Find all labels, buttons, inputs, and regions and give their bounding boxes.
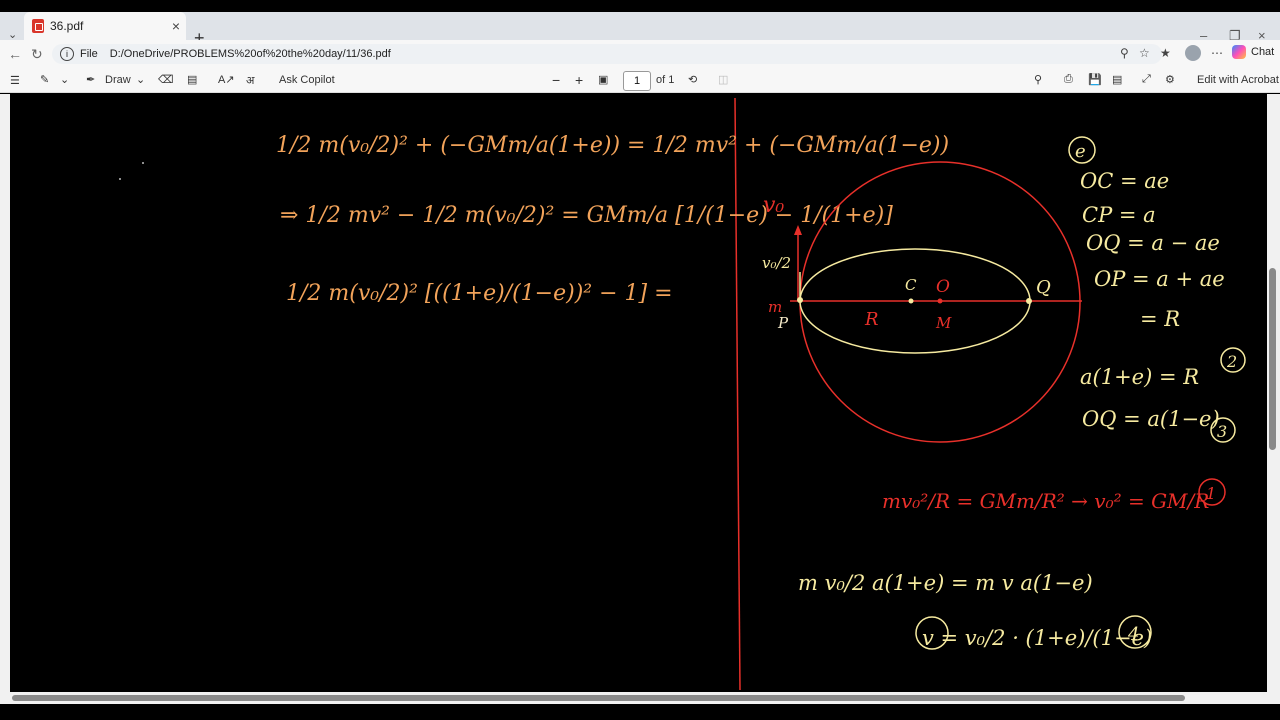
save-icon[interactable]: 💾: [1088, 73, 1102, 86]
back-arrow-icon[interactable]: ←: [8, 46, 22, 62]
address-label: File: [80, 48, 98, 60]
tab-strip: ⌄ 36.pdf × + – ❐ ×: [0, 12, 1280, 48]
search-icon[interactable]: ⚲: [1034, 73, 1042, 86]
eraser-icon[interactable]: ⌫: [158, 73, 174, 86]
draw-button[interactable]: Draw: [105, 74, 131, 86]
print-icon[interactable]: ⎙: [1064, 73, 1073, 86]
chat-label: Chat: [1251, 46, 1275, 58]
pdf-icon: [32, 19, 44, 33]
omnibox[interactable]: i File D:/OneDrive/PROBLEMS%20of%20the%2…: [52, 44, 1162, 64]
more-menu-icon[interactable]: ⋯: [1211, 46, 1223, 60]
page-view-icon[interactable]: ◫: [718, 73, 728, 86]
vertical-scroll-thumb[interactable]: [1269, 268, 1276, 450]
bottom-strip: [0, 704, 1280, 720]
pdf-page-canvas[interactable]: [10, 94, 1267, 692]
draw-icon[interactable]: ✒: [86, 73, 95, 86]
page-number-input[interactable]: 1: [623, 71, 651, 91]
expand-icon[interactable]: ⤢: [1142, 73, 1151, 86]
url-text[interactable]: D:/OneDrive/PROBLEMS%20of%20the%20day/11…: [110, 48, 391, 60]
chevron-down-icon[interactable]: ⌄: [60, 73, 69, 86]
tab-pdf[interactable]: 36.pdf ×: [24, 12, 186, 40]
copilot-chat-button[interactable]: Chat: [1232, 45, 1274, 59]
avatar[interactable]: [1185, 45, 1201, 61]
read-aloud-icon[interactable]: A↗: [218, 73, 235, 86]
save-as-icon[interactable]: ▤: [1112, 73, 1122, 86]
zoom-icon[interactable]: ⚲: [1120, 46, 1129, 60]
tab-title: 36.pdf: [50, 19, 84, 33]
edit-with-acrobat-button[interactable]: Edit with Acrobat: [1197, 74, 1279, 86]
close-tab-icon[interactable]: ×: [172, 18, 180, 34]
page-total: of 1: [656, 74, 675, 86]
top-strip: [0, 0, 1280, 12]
favorites-icon[interactable]: ★: [1160, 46, 1171, 60]
translate-icon[interactable]: अ: [246, 73, 254, 88]
favorite-star-icon[interactable]: ☆: [1139, 46, 1150, 60]
zoom-in-icon[interactable]: +: [575, 72, 583, 88]
refresh-icon[interactable]: ↻: [31, 46, 43, 63]
zoom-out-icon[interactable]: −: [552, 72, 560, 88]
rotate-icon[interactable]: ⟲: [688, 73, 697, 86]
highlight-icon[interactable]: ✎: [40, 73, 49, 86]
contents-icon[interactable]: ☰: [10, 74, 20, 87]
ask-copilot-button[interactable]: Ask Copilot: [279, 74, 335, 86]
info-icon[interactable]: i: [60, 47, 74, 61]
gear-icon[interactable]: ⚙: [1165, 73, 1175, 86]
chevron-down-icon[interactable]: ⌄: [136, 73, 145, 86]
horizontal-scroll-thumb[interactable]: [12, 695, 1185, 701]
text-box-icon[interactable]: ▤: [187, 73, 197, 86]
left-gutter: [0, 94, 10, 692]
copilot-icon: [1232, 45, 1246, 59]
fit-page-icon[interactable]: ▣: [598, 73, 608, 86]
